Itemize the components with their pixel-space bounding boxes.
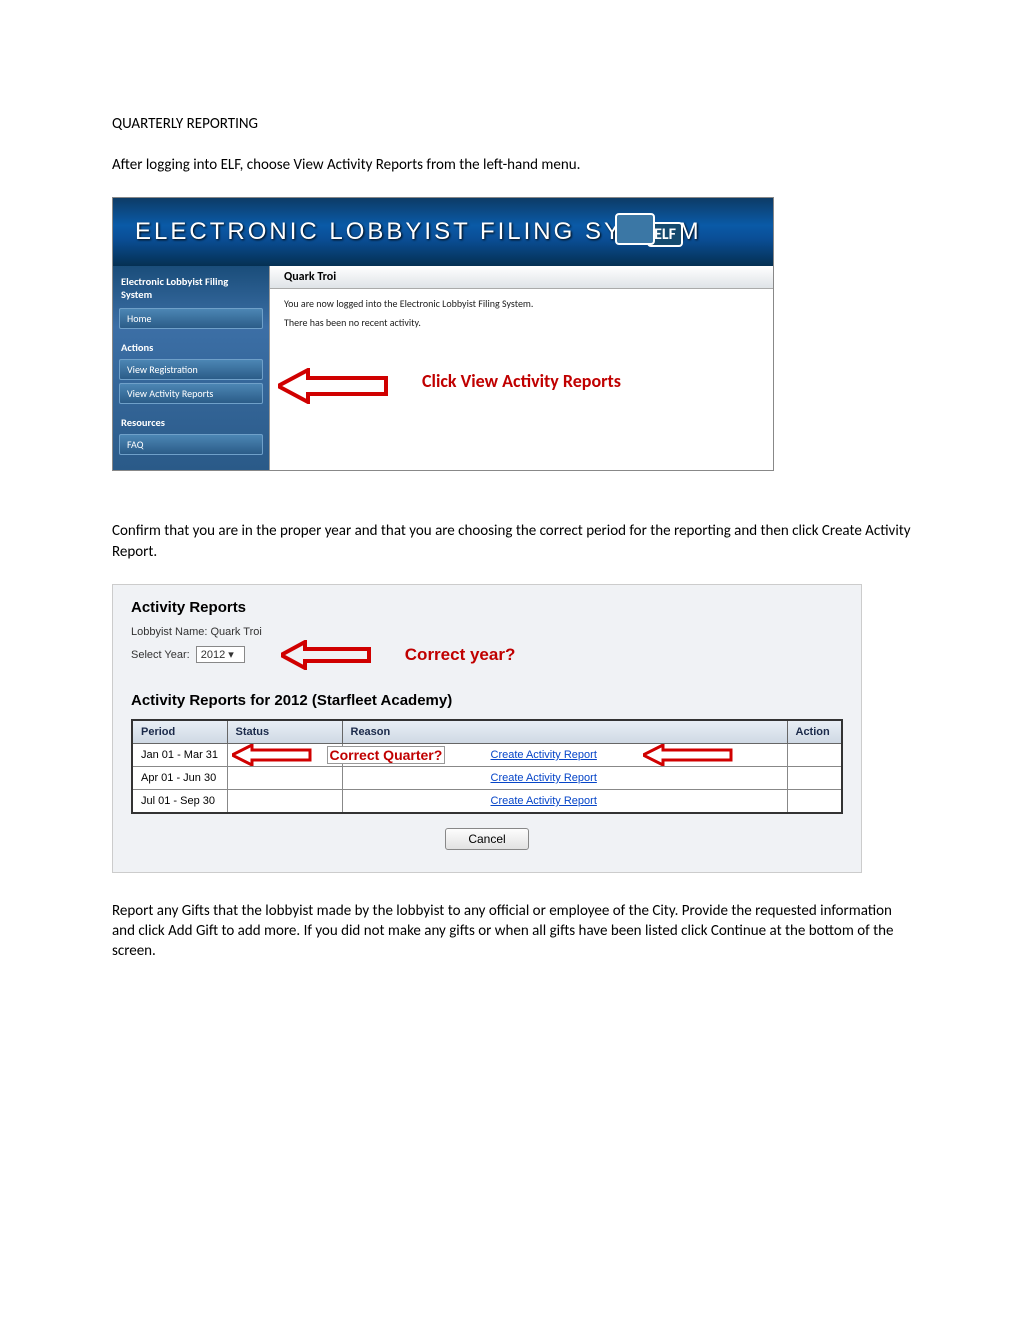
content-pane: Quark Troi You are now logged into the E… (269, 266, 773, 470)
callout-click-view-activity: Click View Activity Reports (422, 370, 621, 392)
col-period: Period (132, 720, 227, 744)
reports-table: Period Status Reason Action Jan 01 - Mar… (131, 719, 843, 814)
screenshot-activity-reports: Activity Reports Lobbyist Name: Quark Tr… (112, 584, 862, 873)
recent-activity-message: There has been no recent activity. (284, 316, 759, 329)
folder-icon (615, 213, 655, 245)
select-year-label: Select Year: (131, 649, 190, 661)
sidebar-item-view-registration[interactable]: View Registration (119, 359, 263, 380)
sidebar-item-view-activity-reports[interactable]: View Activity Reports (119, 383, 263, 404)
col-status: Status (227, 720, 342, 744)
doc-heading: QUARTERLY REPORTING (112, 115, 912, 133)
red-arrow-icon (643, 744, 733, 766)
red-arrow-icon (278, 368, 388, 404)
table-row: Apr 01 - Jun 30 Create Activity Report (132, 766, 842, 789)
lobbyist-name-label: Lobbyist Name: Quark Troi (131, 626, 843, 638)
create-report-link[interactable]: Create Activity Report (491, 795, 597, 807)
sidebar-item-faq[interactable]: FAQ (119, 434, 263, 455)
sidebar-section-resources: Resources (113, 410, 269, 431)
activity-reports-subheading: Activity Reports for 2012 (Starfleet Aca… (131, 692, 843, 709)
create-report-link[interactable]: Create Activity Report (491, 749, 597, 761)
table-row: Jul 01 - Sep 30 Create Activity Report (132, 789, 842, 813)
create-report-link[interactable]: Create Activity Report (491, 772, 597, 784)
col-reason: Reason (342, 720, 787, 744)
red-arrow-icon (281, 640, 371, 670)
doc-para-2: Confirm that you are in the proper year … (112, 521, 912, 562)
elf-logo: ELF (615, 210, 683, 247)
sidebar: Electronic Lobbyist Filing System Home A… (113, 266, 269, 470)
col-action: Action (787, 720, 842, 744)
period-cell: Apr 01 - Jun 30 (132, 766, 227, 789)
table-row: Jan 01 - Mar 31 Correct Quarter? Create … (132, 743, 842, 766)
activity-reports-heading: Activity Reports (131, 599, 843, 616)
app-banner: ELECTRONIC LOBBYIST FILING SYSTEM ELF (113, 198, 773, 266)
sidebar-section-actions: Actions (113, 335, 269, 356)
doc-para-3: Report any Gifts that the lobbyist made … (112, 901, 912, 962)
callout-correct-year: Correct year? (405, 645, 516, 665)
period-cell: Jul 01 - Sep 30 (132, 789, 227, 813)
screenshot-elf-home: ELECTRONIC LOBBYIST FILING SYSTEM ELF El… (112, 197, 774, 471)
doc-para-1: After logging into ELF, choose View Acti… (112, 155, 912, 175)
callout-correct-quarter: Correct Quarter? (327, 746, 446, 764)
red-arrow-icon (232, 744, 312, 766)
sidebar-title: Electronic Lobbyist Filing System (113, 272, 269, 305)
year-select[interactable]: 2012 ▾ (196, 646, 245, 663)
logged-in-username: Quark Troi (270, 266, 773, 289)
cancel-button[interactable]: Cancel (445, 828, 528, 850)
sidebar-item-home[interactable]: Home (119, 308, 263, 329)
login-message: You are now logged into the Electronic L… (284, 297, 759, 310)
period-cell: Jan 01 - Mar 31 (132, 743, 227, 766)
